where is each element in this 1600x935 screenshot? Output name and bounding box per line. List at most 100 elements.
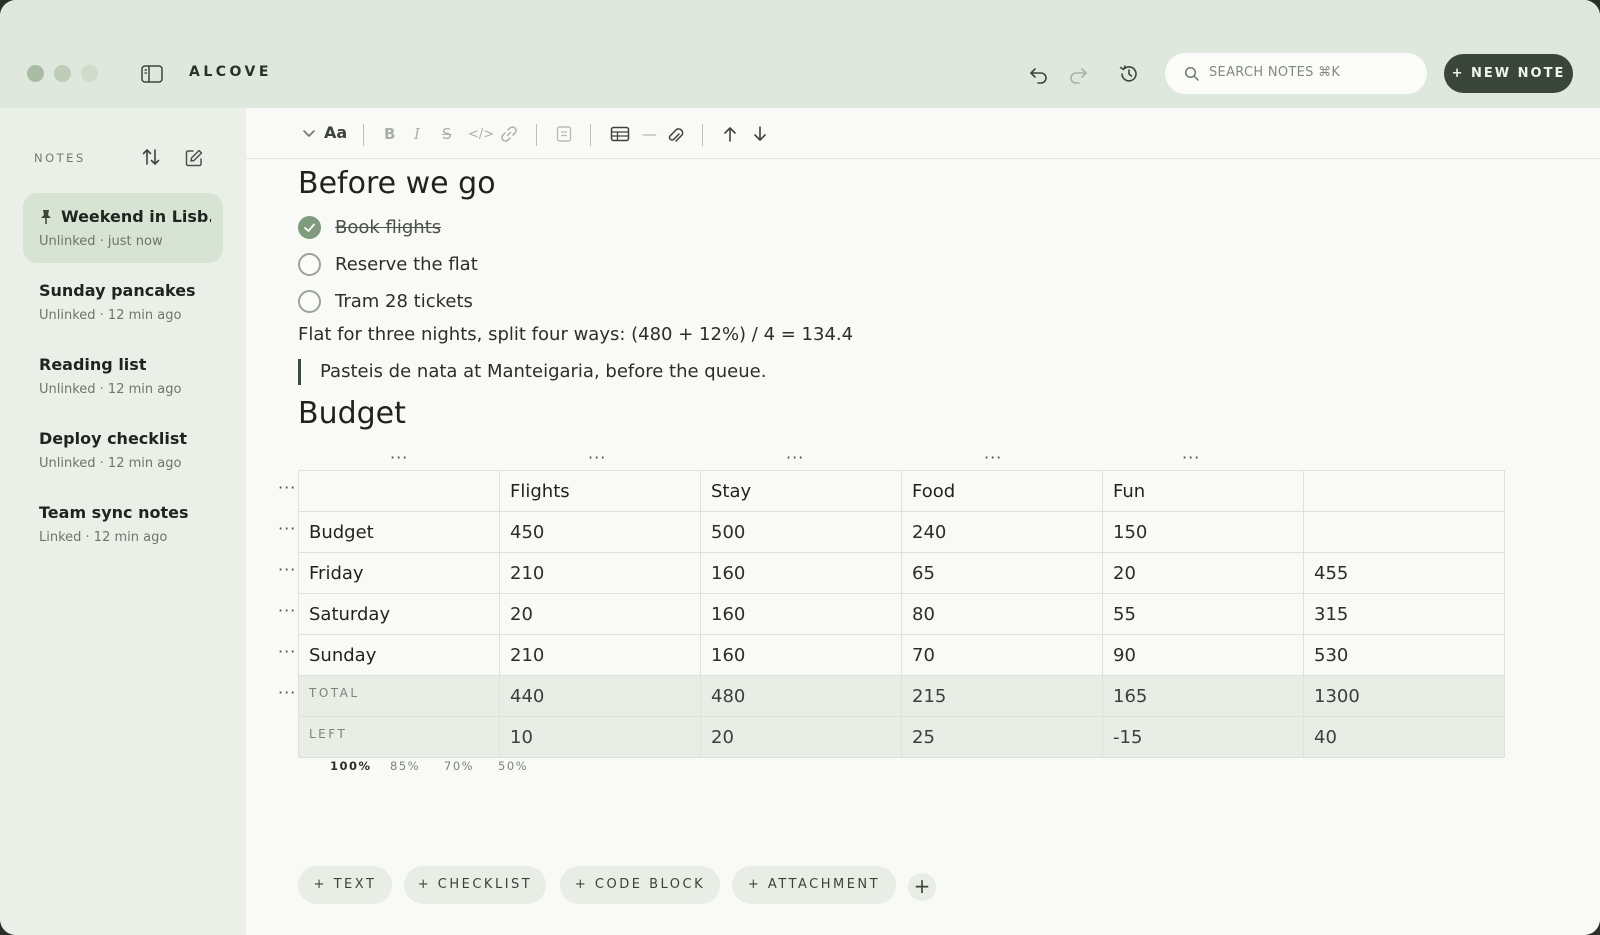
- table-cell[interactable]: 20: [499, 593, 701, 635]
- table-cell[interactable]: 530: [1303, 634, 1505, 676]
- checkbox-checked[interactable]: [298, 216, 321, 239]
- checklist-label[interactable]: Tram 28 tickets: [335, 291, 473, 312]
- table-cell[interactable]: 160: [700, 552, 902, 594]
- table-cell[interactable]: 240: [901, 511, 1103, 553]
- pin-icon: [39, 209, 53, 225]
- table-row-label[interactable]: Friday: [298, 552, 500, 594]
- table-cell[interactable]: 80: [901, 593, 1103, 635]
- column-handle[interactable]: ···: [786, 448, 804, 467]
- note-item-reading-list[interactable]: Reading list Unlinked · 12 min ago: [23, 341, 223, 411]
- blockquote[interactable]: Pasteis de nata at Manteigaria, before t…: [298, 359, 766, 385]
- new-note-button[interactable]: + NEW NOTE: [1444, 54, 1573, 93]
- sidebar-toggle-icon[interactable]: [141, 65, 163, 83]
- table-cell[interactable]: 150: [1102, 511, 1304, 553]
- row-handle[interactable]: ···: [278, 478, 296, 497]
- zoom-option-50[interactable]: 50%: [498, 759, 528, 773]
- app-window: ALCOVE SEARCH NOTES ⌘K + NEW NOTE NOTES: [0, 0, 1600, 935]
- move-down-icon[interactable]: [752, 125, 768, 145]
- table-cell[interactable]: 450: [499, 511, 701, 553]
- table-cell[interactable]: 20: [1102, 552, 1304, 594]
- add-text-button[interactable]: + TEXT: [298, 866, 392, 904]
- search-input[interactable]: SEARCH NOTES ⌘K: [1165, 53, 1427, 94]
- close-window-button[interactable]: [27, 65, 44, 82]
- checkbox-unchecked[interactable]: [298, 253, 321, 276]
- title-bar: ALCOVE SEARCH NOTES ⌘K + NEW NOTE: [0, 0, 1600, 108]
- add-checklist-button[interactable]: + CHECKLIST: [404, 866, 546, 904]
- table-cell[interactable]: 455: [1303, 552, 1505, 594]
- table-cell[interactable]: 90: [1102, 634, 1304, 676]
- redo-icon[interactable]: [1067, 63, 1089, 85]
- paragraph-calculation[interactable]: Flat for three nights, split four ways: …: [298, 324, 853, 345]
- sort-icon[interactable]: [140, 146, 162, 168]
- table-left-row: LEFT 10 20 25 -15 40: [298, 716, 1505, 758]
- table-row-label[interactable]: Budget: [298, 511, 500, 553]
- notes-section-label: NOTES: [34, 151, 86, 165]
- note-item-sunday-pancakes[interactable]: Sunday pancakes Unlinked · 12 min ago: [23, 267, 223, 337]
- table-cell[interactable]: [298, 470, 500, 512]
- table-cell[interactable]: 55: [1102, 593, 1304, 635]
- bold-button[interactable]: B: [384, 125, 395, 145]
- table-header-cell[interactable]: [1303, 470, 1505, 512]
- column-handle[interactable]: ···: [390, 448, 408, 467]
- note-item-team-sync-notes[interactable]: Team sync notes Linked · 12 min ago: [23, 489, 223, 559]
- note-item-weekend-in-lisbon[interactable]: Weekend in Lisb... Unlinked · just now: [23, 193, 223, 263]
- table-cell[interactable]: 315: [1303, 593, 1505, 635]
- heading-budget[interactable]: Budget: [298, 396, 406, 431]
- note-meta: Linked · 12 min ago: [39, 530, 168, 545]
- search-icon: [1184, 66, 1200, 82]
- heading-before-we-go[interactable]: Before we go: [298, 166, 496, 201]
- table-header-cell[interactable]: Food: [901, 470, 1103, 512]
- table-cell[interactable]: [1303, 511, 1505, 553]
- row-handle[interactable]: ···: [278, 601, 296, 620]
- code-button[interactable]: </>: [468, 127, 494, 147]
- strikethrough-button[interactable]: S: [442, 125, 452, 145]
- table-cell[interactable]: 500: [700, 511, 902, 553]
- zoom-option-70[interactable]: 70%: [444, 759, 474, 773]
- undo-icon[interactable]: [1028, 63, 1050, 85]
- table-cell[interactable]: 65: [901, 552, 1103, 594]
- table-header-cell[interactable]: Flights: [499, 470, 701, 512]
- zoom-option-100[interactable]: 100%: [330, 759, 372, 773]
- checklist-label[interactable]: Reserve the flat: [335, 254, 478, 275]
- table-row: Saturday 20 160 80 55 315: [298, 593, 1505, 635]
- minimize-window-button[interactable]: [54, 65, 71, 82]
- table-cell[interactable]: 210: [499, 634, 701, 676]
- attachment-icon[interactable]: [666, 125, 684, 145]
- total-label: TOTAL: [298, 675, 500, 717]
- column-handle[interactable]: ···: [984, 448, 1002, 467]
- row-handle[interactable]: ···: [278, 560, 296, 579]
- add-attachment-button[interactable]: + ATTACHMENT: [732, 866, 896, 904]
- note-item-deploy-checklist[interactable]: Deploy checklist Unlinked · 12 min ago: [23, 415, 223, 485]
- table-cell[interactable]: 210: [499, 552, 701, 594]
- italic-button[interactable]: I: [414, 125, 420, 145]
- move-up-icon[interactable]: [722, 125, 738, 145]
- add-code-block-button[interactable]: + CODE BLOCK: [560, 866, 720, 904]
- table-row-label[interactable]: Saturday: [298, 593, 500, 635]
- toolbar-divider: [363, 124, 364, 146]
- maximize-window-button[interactable]: [81, 65, 98, 82]
- history-icon[interactable]: [1118, 63, 1140, 85]
- divider-button[interactable]: —: [642, 125, 657, 145]
- link-icon[interactable]: [500, 125, 518, 145]
- add-more-button[interactable]: +: [908, 873, 936, 901]
- column-handle[interactable]: ···: [1182, 448, 1200, 467]
- table-header-cell[interactable]: Stay: [700, 470, 902, 512]
- column-handle[interactable]: ···: [588, 448, 606, 467]
- table-cell-negative: -15: [1102, 716, 1304, 758]
- checklist-label[interactable]: Book flights: [335, 217, 441, 238]
- compose-icon[interactable]: [184, 148, 204, 168]
- table-row-label[interactable]: Sunday: [298, 634, 500, 676]
- table-header-cell[interactable]: Fun: [1102, 470, 1304, 512]
- row-handle[interactable]: ···: [278, 519, 296, 538]
- note-block-icon[interactable]: [556, 125, 572, 145]
- table-cell[interactable]: 160: [700, 593, 902, 635]
- table-icon[interactable]: [610, 125, 630, 145]
- checkbox-unchecked[interactable]: [298, 290, 321, 313]
- row-handle[interactable]: ···: [278, 683, 296, 702]
- zoom-option-85[interactable]: 85%: [390, 759, 420, 773]
- chevron-down-icon[interactable]: [302, 123, 316, 143]
- text-style-button[interactable]: Aa: [324, 123, 347, 143]
- table-cell[interactable]: 160: [700, 634, 902, 676]
- row-handle[interactable]: ···: [278, 642, 296, 661]
- table-cell[interactable]: 70: [901, 634, 1103, 676]
